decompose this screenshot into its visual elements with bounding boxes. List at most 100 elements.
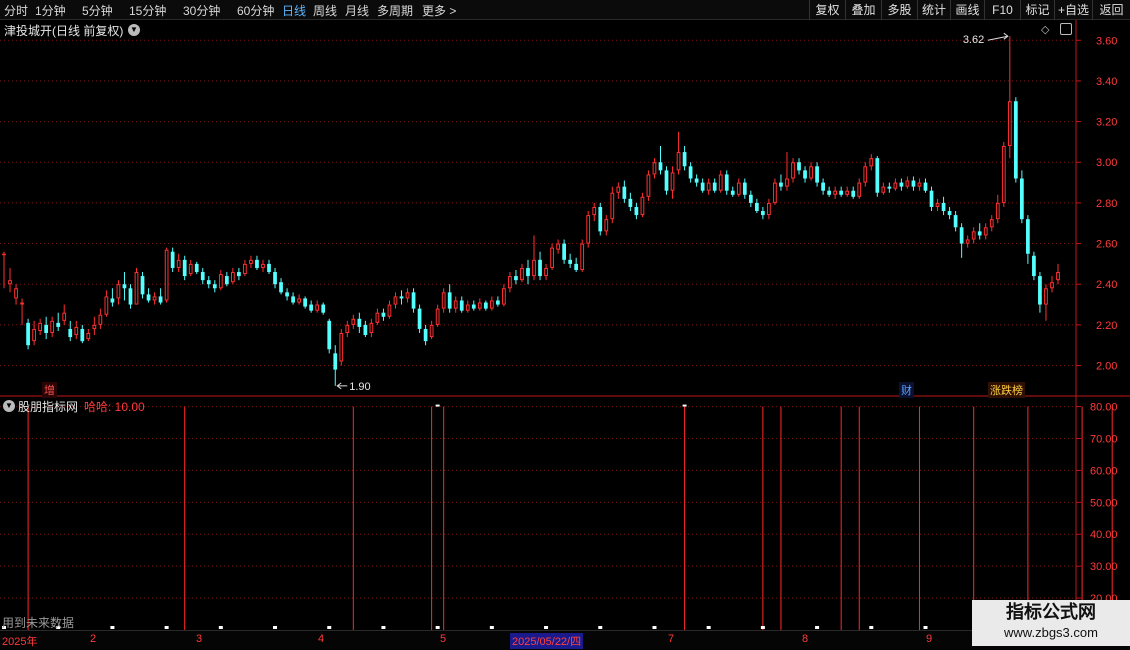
candle-body (947, 211, 952, 216)
indicator-tick-label: 50.00 (1090, 497, 1118, 509)
mark-button[interactable]: 标记 (1020, 0, 1054, 20)
date-axis: 2025年 2 3 4 5 2025/05/22/四 7 8 9 (0, 630, 1130, 650)
future-data-note: 用到未来数据 (2, 616, 75, 630)
period-monthly[interactable]: 月线 (345, 2, 369, 19)
overlay-button[interactable]: 叠加 (845, 0, 881, 20)
candle-body (791, 162, 795, 179)
tag-zeng[interactable]: 增 (42, 382, 57, 398)
add-watchlist-button[interactable]: +自选 (1054, 0, 1092, 20)
candle-body (255, 259, 259, 268)
candle-body (1056, 272, 1060, 281)
candle-body (754, 202, 759, 212)
candle-body (327, 320, 332, 350)
candle-body (977, 231, 982, 236)
candle-body (231, 272, 235, 283)
candle-body (375, 312, 380, 323)
candle-body (309, 304, 314, 311)
candle-body (875, 158, 880, 193)
period-multi[interactable]: 多周期 (377, 2, 413, 19)
tag-zhangdie[interactable]: 涨跌榜 (988, 382, 1025, 398)
candle-body (249, 259, 253, 264)
candle-body (483, 302, 488, 309)
candle-body (158, 296, 163, 303)
baseline-dot (273, 626, 278, 629)
period-5min[interactable]: 5分钟 (82, 2, 113, 19)
period-60min[interactable]: 60分钟 (237, 2, 274, 19)
candle-body (110, 298, 115, 303)
candle-body (273, 272, 277, 285)
back-button[interactable]: 返回 (1092, 0, 1130, 20)
candle-body (489, 300, 494, 309)
indicator-name[interactable]: 股朋指标网 (18, 398, 78, 415)
candle-body (664, 170, 669, 191)
candle-body (351, 318, 356, 325)
period-1min[interactable]: 1分钟 (35, 2, 66, 19)
draw-line-button[interactable]: 画线 (950, 0, 984, 20)
baseline-dot (218, 626, 223, 629)
candle-body (706, 182, 711, 191)
baseline-dot (164, 626, 169, 629)
panel-toggle-icon[interactable] (1060, 23, 1072, 35)
candle-body (634, 206, 639, 216)
candle-body (267, 263, 271, 273)
candle-body (279, 282, 283, 293)
period-more[interactable]: 更多 > (422, 2, 456, 19)
candle-body (718, 174, 723, 191)
candle-body (80, 328, 85, 342)
multi-stock-button[interactable]: 多股 (881, 0, 917, 20)
candle-body (1044, 288, 1048, 305)
candle-body (26, 322, 30, 346)
tag-cai[interactable]: 财 (899, 382, 914, 398)
candle-body (779, 182, 783, 187)
candle-body (2, 253, 6, 256)
candle-body (1032, 255, 1036, 277)
candle-body (423, 328, 428, 342)
cursor-date-label: 2025/05/22/四 (510, 633, 584, 649)
candle-body (285, 292, 289, 297)
chart-title: 津投城开(日线 前复权) (4, 24, 124, 38)
candle-body (32, 328, 36, 342)
candle-body (953, 215, 958, 228)
candle-body (74, 326, 79, 336)
price-tick-label: 3.60 (1096, 35, 1117, 47)
candle-body (911, 180, 916, 187)
candle-body (411, 292, 416, 309)
candle-body (333, 353, 338, 370)
candle-body (465, 304, 470, 311)
candle-body (224, 276, 229, 285)
high-price-label: 3.62 (963, 34, 984, 46)
candle-body (520, 267, 524, 281)
chevron-down-icon[interactable]: ▼ (3, 400, 15, 412)
candle-body (604, 219, 609, 232)
chart-canvas[interactable]: 3.60 3.40 3.20 3.00 2.80 2.60 2.40 2.20 2.00 80.… (0, 20, 1130, 630)
stats-button[interactable]: 统计 (917, 0, 950, 20)
candle-body (965, 239, 970, 244)
candle-body (694, 178, 699, 183)
f10-button[interactable]: F10 (984, 0, 1020, 20)
candle-body (736, 182, 741, 195)
candle-body (724, 174, 729, 191)
candle-body (459, 300, 464, 311)
baseline-dot (489, 626, 494, 629)
period-15min[interactable]: 15分钟 (129, 2, 166, 19)
candle-body (887, 186, 892, 189)
low-price-label: 1.90 (349, 381, 370, 393)
price-tick-label: 2.00 (1096, 361, 1117, 373)
chevron-down-icon[interactable]: ▼ (128, 24, 140, 36)
candle-body (68, 328, 73, 338)
period-fenshi[interactable]: 分时 (4, 2, 28, 19)
candle-body (393, 296, 398, 305)
candle-body (182, 259, 187, 277)
period-toolbar: 分时 1分钟 5分钟 15分钟 30分钟 60分钟 日线 周线 月线 多周期 更… (0, 0, 1130, 20)
fuquan-button[interactable]: 复权 (809, 0, 845, 20)
candle-body (164, 249, 169, 301)
candle-body (971, 231, 976, 240)
candle-body (116, 284, 121, 299)
candle-body (303, 298, 308, 307)
period-weekly[interactable]: 周线 (313, 2, 337, 19)
period-30min[interactable]: 30分钟 (183, 2, 220, 19)
candle-body (146, 294, 151, 301)
period-daily[interactable]: 日线 (282, 2, 306, 19)
diamond-icon[interactable]: ◇ (1041, 23, 1049, 36)
signal-cap (682, 404, 687, 407)
